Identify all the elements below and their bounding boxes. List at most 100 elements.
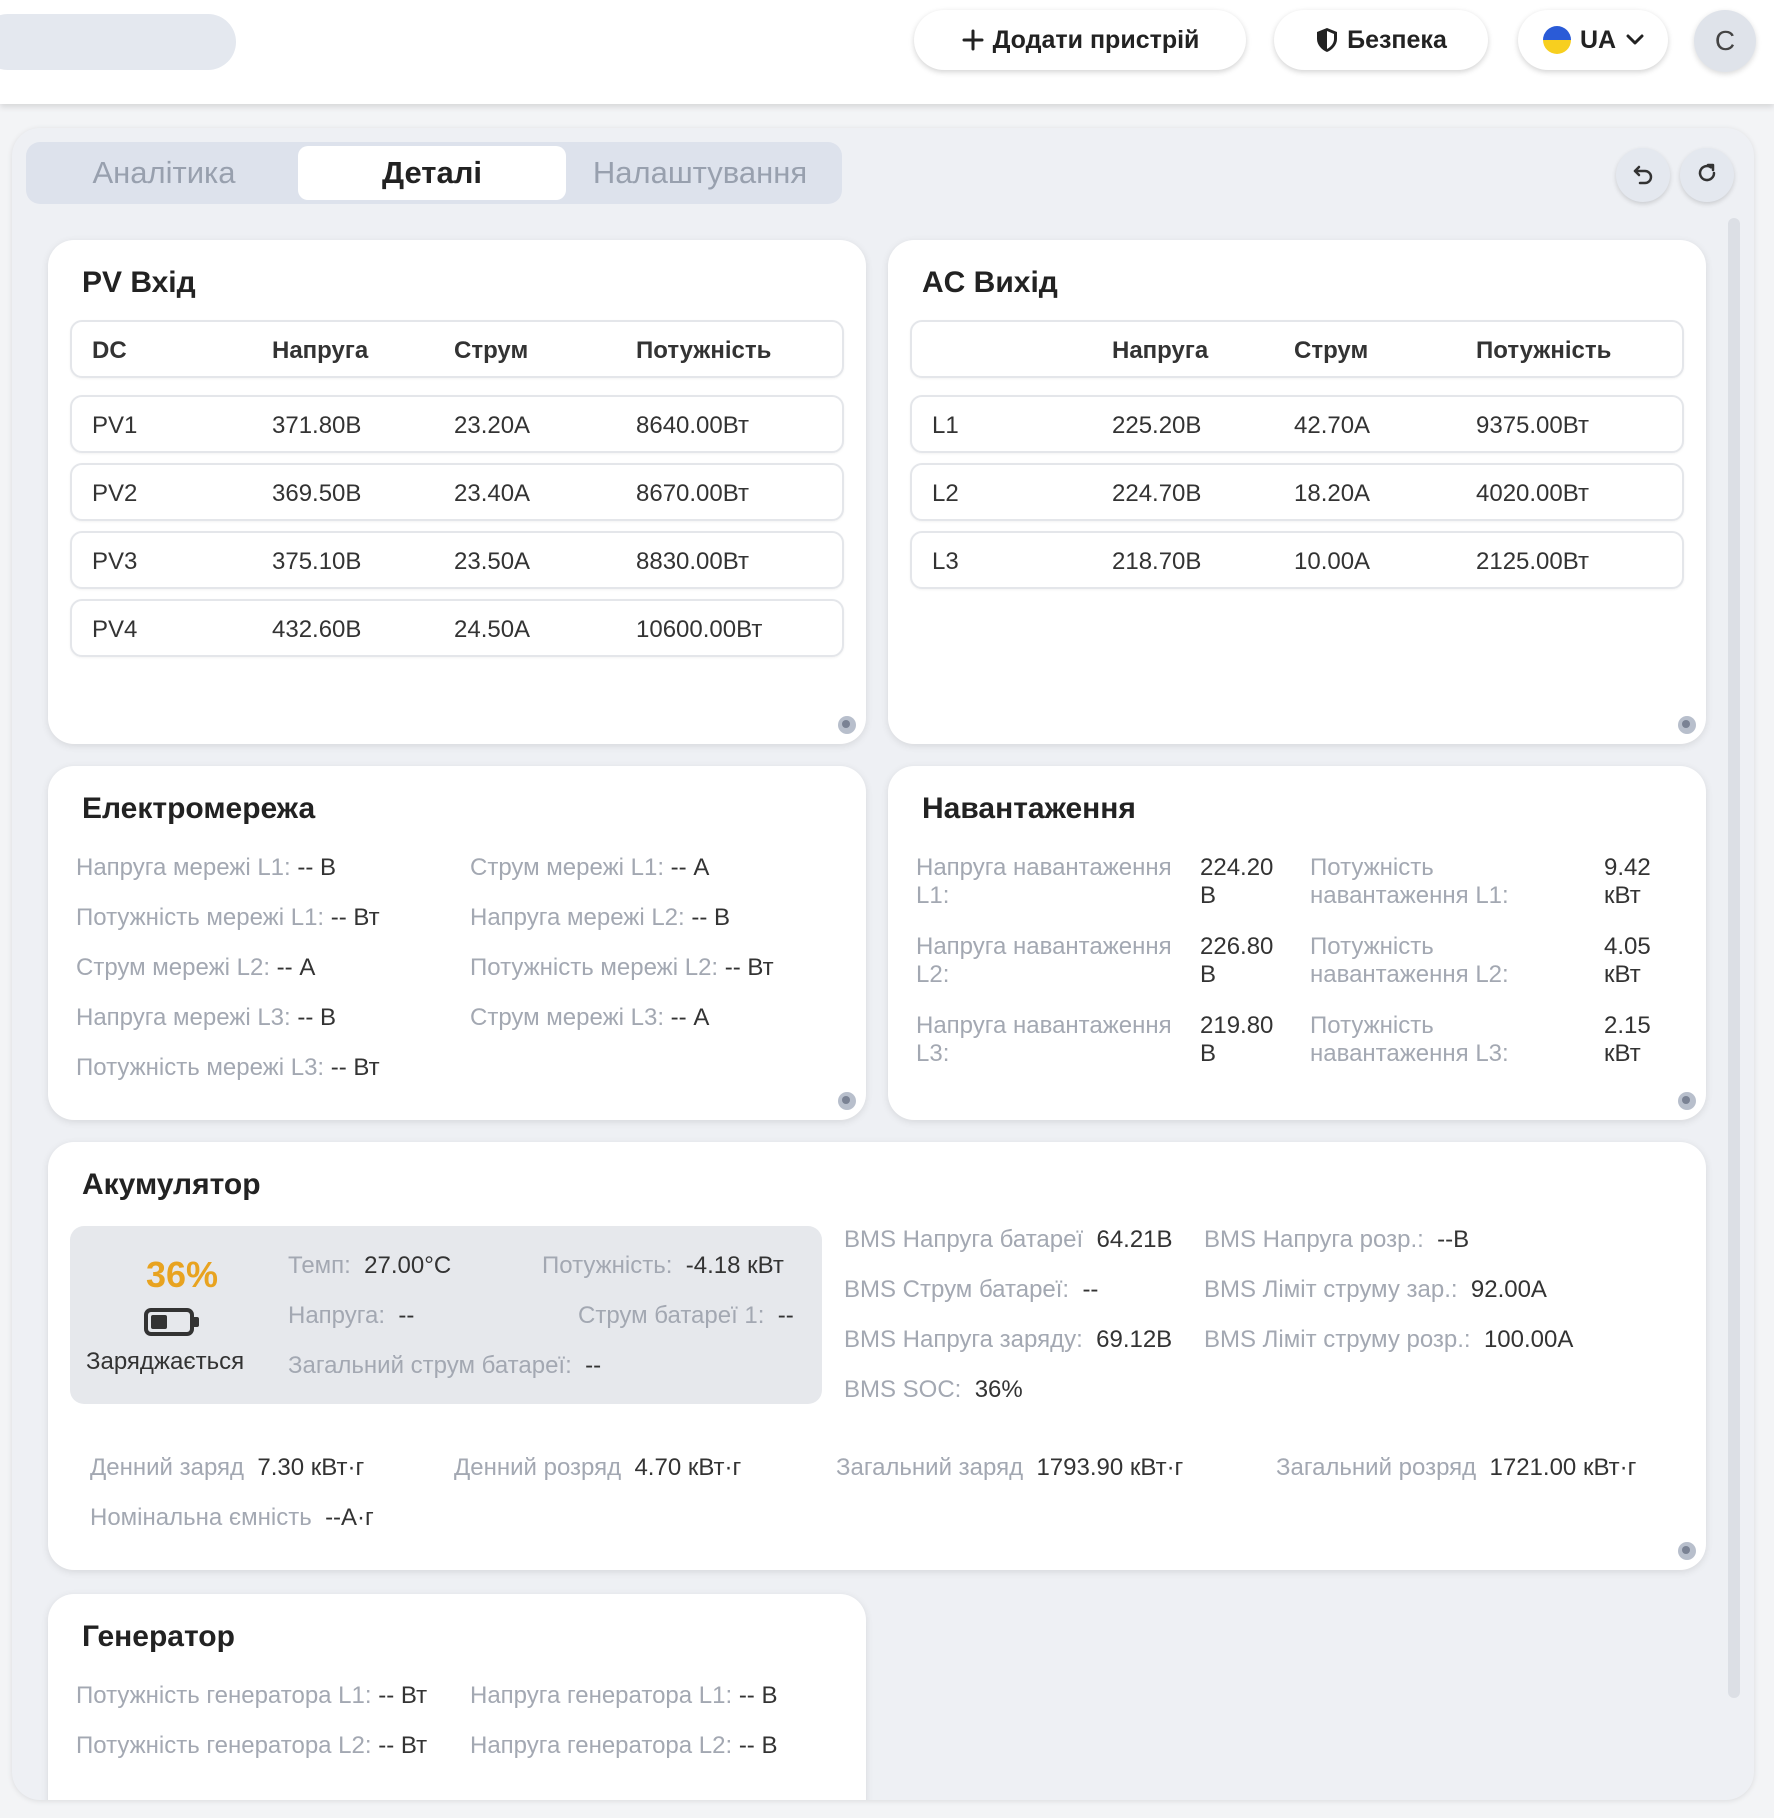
grid-voltage-l2: Напруга мережі L2: -- В [470,904,730,932]
resize-handle-icon[interactable] [838,716,856,734]
refresh-icon [1695,161,1719,190]
generator-voltage-l1: Напруга генератора L1: -- В [470,1682,777,1710]
load-voltage-l2-value: 226.80 В [1200,933,1273,989]
label-line: Потужність [1310,854,1434,881]
field-label: Потужність мережі L1: [76,904,325,931]
field-label: Напруга мережі L2: [470,904,685,931]
field-label: Струм батареї 1: [578,1302,765,1329]
daily-discharge: Денний розряд 4.70 кВт·г [454,1454,741,1482]
bms-charge-voltage: BMS Напруга заряду: 69.12В [844,1326,1172,1354]
value-line: кВт [1604,882,1641,909]
field-label: BMS SOC: [844,1376,962,1403]
value-line: 9.42 [1604,854,1651,881]
field-label: Потужність мережі L2: [470,954,719,981]
resize-handle-icon[interactable] [838,1092,856,1110]
add-device-label: Додати пристрій [992,25,1200,54]
field-value: -- [398,1302,415,1329]
table-cell: 224.70В [1112,480,1202,507]
language-selector[interactable]: UA [1518,10,1668,70]
field-label: Напруга мережі L3: [76,1004,291,1031]
field-value: --А·г [325,1504,374,1531]
tab-analytics[interactable]: Аналітика [30,146,298,200]
scrollbar[interactable] [1728,218,1740,1698]
undo-button[interactable] [1616,148,1670,202]
value-line: 4.05 [1604,933,1651,960]
field-value: -- А [670,1004,710,1031]
load-voltage-l3-label: Напруга навантаження L3: [916,1012,1172,1068]
bms-discharge-current-limit: BMS Ліміт струму розр.: 100.00А [1204,1326,1573,1354]
grid-power-l2: Потужність мережі L2: -- Вт [470,954,774,982]
field-value: -- А [670,854,710,881]
value-line: кВт [1604,1040,1641,1067]
card-title: Електромережа [82,792,316,825]
table-header: Напруга Струм Потужність [910,320,1684,378]
add-device-button[interactable]: Додати пристрій [914,10,1246,70]
security-button[interactable]: Безпека [1274,10,1488,70]
refresh-button[interactable] [1680,148,1734,202]
field-label: Потужність генератора L1: [76,1682,372,1709]
value-line: 224.20 [1200,854,1274,881]
field-value: -- Вт [378,1732,428,1759]
column-header: Струм [1294,337,1369,364]
table-cell: PV2 [92,480,138,507]
field-label: BMS Напруга батареї [844,1226,1084,1253]
field-value: -- Вт [378,1682,428,1709]
card-title: Навантаження [922,792,1136,825]
field-value: 92.00А [1470,1276,1547,1303]
table-cell: 9375.00Вт [1476,412,1589,439]
card-title: AC Вихід [922,266,1058,299]
field-value: -- [1082,1276,1099,1303]
value-line: 2.15 [1604,1012,1651,1039]
field-value: 1793.90 кВт·г [1036,1454,1184,1481]
ukraine-flag-icon [1542,25,1572,55]
nominal-capacity: Номінальна ємність --А·г [90,1504,374,1532]
battery-temp: Темп: 27.00°C [288,1252,451,1280]
table-cell: 10600.00Вт [636,616,763,643]
field-value: 64.21В [1096,1226,1173,1253]
bms-charge-current-limit: BMS Ліміт струму зар.: 92.00А [1204,1276,1547,1304]
language-label: UA [1579,25,1617,54]
battery-current-1: Струм батареї 1: -- [578,1302,794,1330]
field-value: 27.00°C [364,1252,452,1279]
table-cell: 8670.00Вт [636,480,749,507]
field-label: Напруга мережі L1: [76,854,291,881]
table-cell: 8830.00Вт [636,548,749,575]
label-line: Напруга навантаження [916,854,1172,881]
resize-handle-icon[interactable] [1678,1542,1696,1560]
field-value: -- А [276,954,316,981]
table-cell: 4020.00Вт [1476,480,1589,507]
search-bar[interactable] [0,14,236,70]
undo-icon [1631,161,1655,190]
table-cell: 2125.00Вт [1476,548,1589,575]
load-power-l2-value: 4.05 кВт [1604,933,1651,989]
table-cell: 218.70В [1112,548,1202,575]
grid-voltage-l1: Напруга мережі L1: -- В [76,854,336,882]
tab-details[interactable]: Деталі [298,146,566,200]
label-line: L2: [916,961,950,988]
main-panel: Аналітика Деталі Налаштування PV Вхід DC… [12,128,1754,1800]
load-power-l1-label: Потужність навантаження L1: [1310,854,1509,910]
column-header: Потужність [636,337,772,364]
field-label: BMS Напруга заряду: [844,1326,1083,1353]
avatar[interactable]: C [1694,10,1756,72]
battery-voltage: Напруга: -- [288,1302,414,1330]
generator-power-l1: Потужність генератора L1: -- Вт [76,1682,427,1710]
field-value: --В [1437,1226,1470,1253]
resize-handle-icon[interactable] [1678,1092,1696,1110]
battery-summary-box: 36% Заряджається Темп: 27.00°C Потужніст… [70,1226,822,1404]
battery-status: Заряджається [86,1348,245,1375]
field-value: -- В [738,1732,778,1759]
plus-icon [961,28,985,52]
table-cell: PV1 [92,412,138,439]
field-label: BMS Ліміт струму зар.: [1204,1276,1458,1303]
tab-settings[interactable]: Налаштування [566,146,834,200]
label-line: Напруга навантаження [916,1012,1172,1039]
battery-card: Акумулятор 36% Заряджається Темп: 27.00°… [48,1142,1706,1570]
resize-handle-icon[interactable] [1678,716,1696,734]
label-line: L1: [916,882,950,909]
bms-battery-current: BMS Струм батареї: -- [844,1276,1098,1304]
field-label: Напруга генератора L1: [470,1682,733,1709]
grid-card: Електромережа Напруга мережі L1: -- В Ст… [48,766,866,1120]
field-label: Загальний струм батареї: [288,1352,572,1379]
field-value: -- В [738,1682,778,1709]
